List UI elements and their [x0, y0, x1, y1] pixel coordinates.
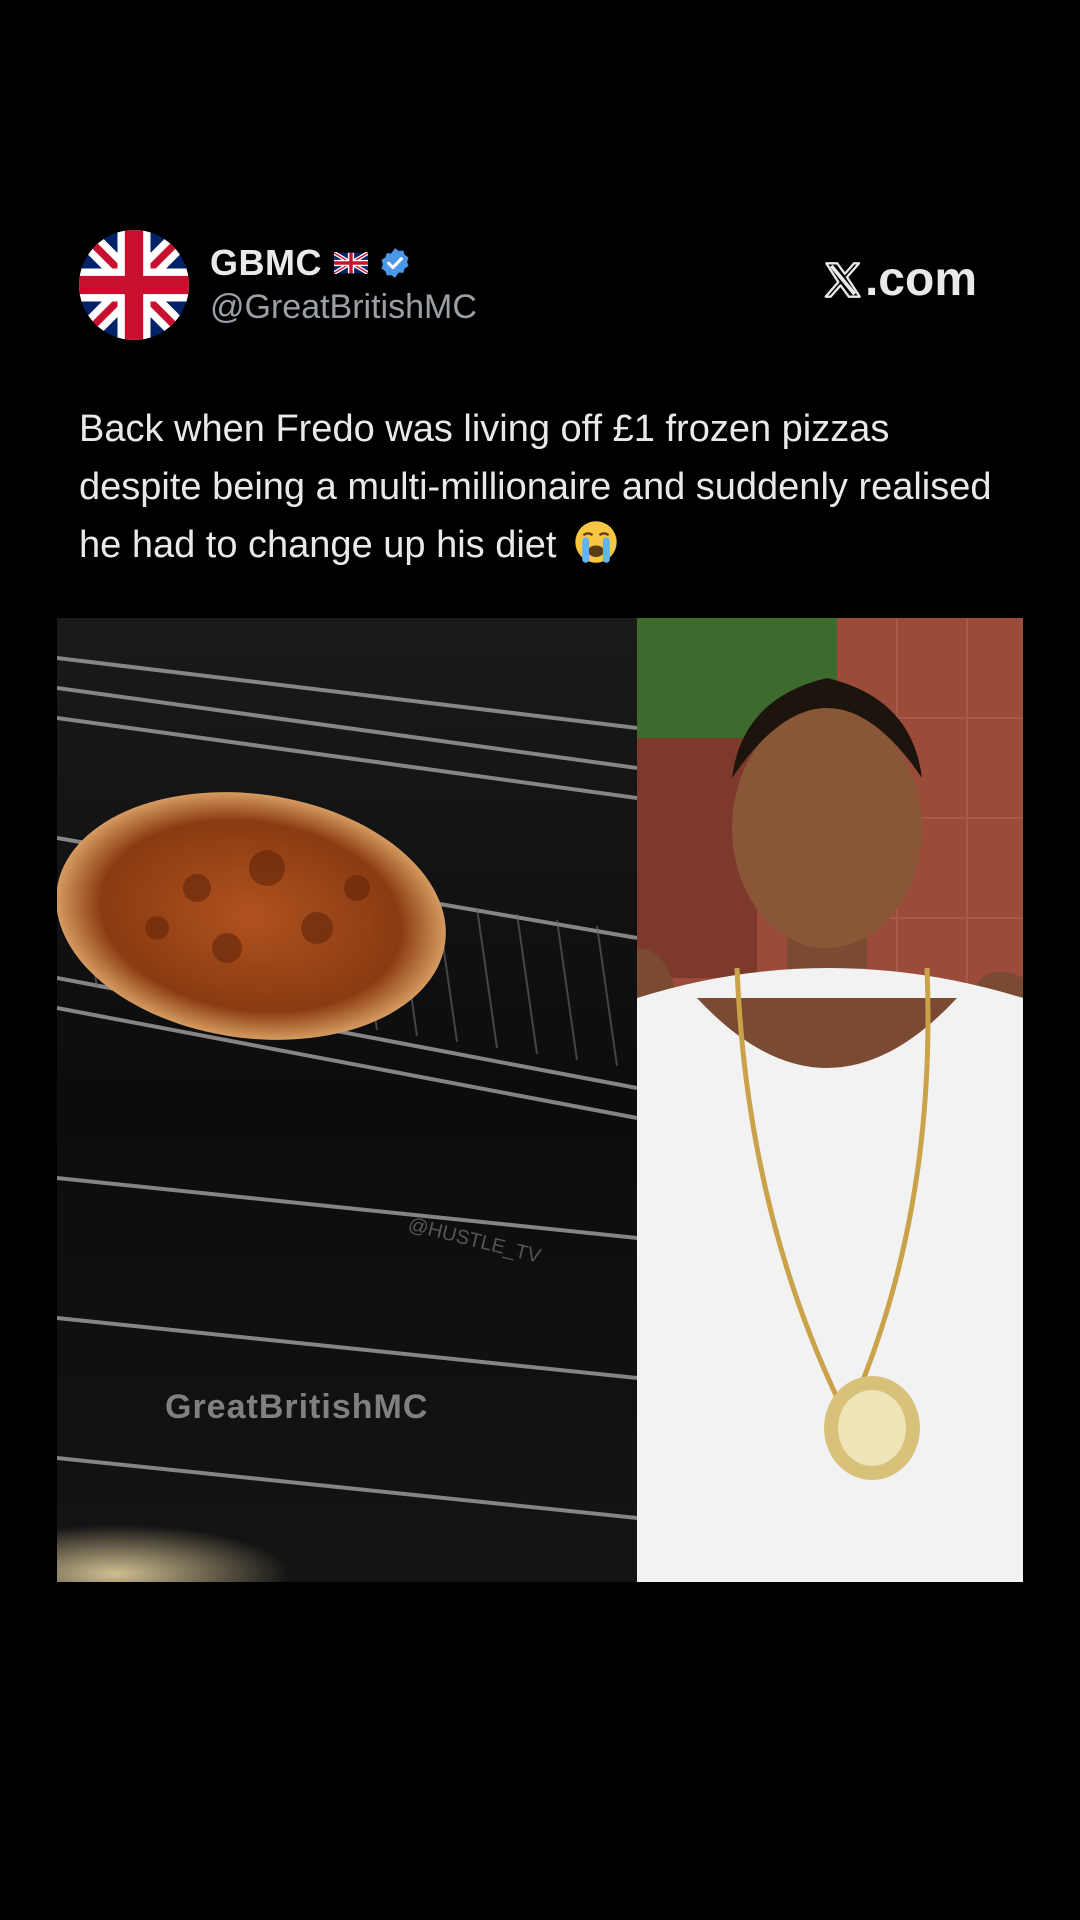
author-name-row: GBMC — [210, 238, 412, 288]
author-handle[interactable]: @GreatBritishMC — [210, 288, 477, 327]
post-media[interactable]: @HUSTLE_TV GreatBritishMC — [57, 618, 1023, 1582]
x-logo-icon — [824, 261, 861, 298]
union-jack-flag-icon — [79, 230, 189, 340]
man-in-white-vest-with-chain-photo[interactable] — [637, 618, 1023, 1582]
pizza-in-oven-photo[interactable]: @HUSTLE_TV GreatBritishMC — [57, 618, 637, 1582]
avatar[interactable] — [79, 230, 189, 340]
display-name[interactable]: GBMC — [210, 242, 322, 284]
post-body: Back when Fredo was living off £1 frozen… — [79, 408, 992, 566]
brand-text: .com — [864, 253, 977, 306]
verified-badge-icon — [381, 248, 409, 278]
post-text: Back when Fredo was living off £1 frozen… — [79, 400, 999, 574]
uk-flag-icon — [334, 252, 368, 274]
watermark: GreatBritishMC — [165, 1388, 429, 1426]
loudly-crying-face-icon — [575, 521, 617, 563]
post-card: GBMC @GreatBritishMC .com Back when Fred… — [0, 0, 1080, 1920]
x-com-brand: .com — [823, 252, 977, 307]
